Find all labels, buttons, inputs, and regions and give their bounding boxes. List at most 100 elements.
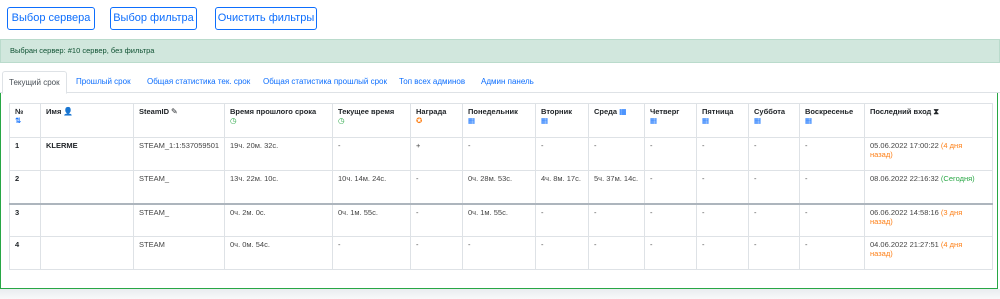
row-last: 06.06.2022 14:58:16 (3 дня назад) — [864, 202, 993, 237]
footer-shadow — [0, 289, 1000, 299]
row-num: 4 — [9, 236, 41, 270]
row-last: 05.06.2022 17:00:22 (4 дня назад) — [864, 137, 993, 171]
tab-current-term[interactable]: Текущий срок — [2, 71, 67, 94]
header-sunday[interactable]: Воскресенье ▦ — [799, 103, 865, 138]
row-prev: 13ч. 22м. 10с. — [224, 170, 333, 204]
row-fri: - — [696, 236, 749, 270]
row-award: + — [410, 137, 463, 171]
table-row: 1 KLERME STEAM_1:1:537059501 19ч. 20м. 3… — [9, 137, 993, 171]
tab-stats-previous[interactable]: Общая статистика прошлый срок — [263, 71, 387, 93]
select-server-button[interactable]: Выбор сервера — [7, 7, 95, 30]
row-thu: - — [644, 137, 697, 171]
row-fri: - — [696, 137, 749, 171]
table-row: 3 STEAM_ 0ч. 2м. 0с. 0ч. 1м. 55с. - 0ч. … — [9, 202, 993, 237]
row-wed: 5ч. 37м. 14с. — [588, 170, 645, 204]
calendar-icon: ▦ — [702, 116, 710, 125]
row-steamid: STEAM — [133, 236, 225, 270]
row-tue: - — [535, 236, 589, 270]
row-name — [40, 170, 134, 204]
row-sat: - — [748, 236, 800, 270]
row-cur: - — [332, 137, 411, 171]
row-sat: - — [748, 170, 800, 204]
tab-stats-current[interactable]: Общая статистика тек. срок — [147, 71, 250, 93]
row-mon: - — [462, 236, 536, 270]
header-cur-time[interactable]: Текущее время ◷ — [332, 103, 411, 138]
row-mon: 0ч. 28м. 53с. — [462, 170, 536, 204]
row-tue: 4ч. 8м. 17с. — [535, 170, 589, 204]
row-last: 08.06.2022 22:16:32 (Сегодня) — [864, 170, 993, 204]
clear-filters-button[interactable]: Очистить фильтры — [215, 7, 317, 30]
calendar-icon: ▦ — [650, 116, 658, 125]
calendar-icon: ▦ — [468, 116, 476, 125]
header-wednesday[interactable]: Среда ▦ — [588, 103, 645, 138]
header-prev-time[interactable]: Время прошлого срока ◷ — [224, 103, 333, 138]
calendar-icon: ▦ — [541, 116, 549, 125]
table-row: 2 STEAM_ 13ч. 22м. 10с. 10ч. 14м. 24с. -… — [9, 170, 993, 204]
header-tuesday[interactable]: Вторник ▦ — [535, 103, 589, 138]
sort-icon[interactable]: ⇅ — [15, 116, 21, 125]
row-steamid: STEAM_1:1:537059501 — [133, 137, 225, 171]
row-steamid: STEAM_ — [133, 202, 225, 237]
award-icon: ✪ — [416, 116, 423, 125]
table-header-row: № ⇅ Имя 👤 SteamID ✎ Время прошлого срока ◷ Т… — [9, 103, 993, 138]
row-cur: 0ч. 1м. 55с. — [332, 202, 411, 237]
row-award: - — [410, 170, 463, 204]
alert-text: Выбран сервер: #10 сервер, без фильтра — [10, 46, 155, 55]
admin-stats-table: № ⇅ Имя 👤 SteamID ✎ Время прошлого срока ◷ Т… — [9, 103, 993, 270]
user-icon: 👤 — [63, 107, 74, 116]
row-name — [40, 236, 134, 270]
row-wed: - — [588, 137, 645, 171]
select-filter-button[interactable]: Выбор фильтра — [110, 7, 197, 30]
row-sun: - — [799, 236, 865, 270]
hourglass-icon: ⧗ — [933, 107, 939, 116]
clock-icon: ◷ — [338, 116, 345, 125]
row-num: 3 — [9, 202, 41, 237]
row-award: - — [410, 202, 463, 237]
row-num: 1 — [9, 137, 41, 171]
row-sun: - — [799, 137, 865, 171]
row-cur: - — [332, 236, 411, 270]
tab-bar: Текущий срок Прошлый срок Общая статисти… — [0, 71, 1000, 94]
tab-previous-term[interactable]: Прошлый срок — [76, 71, 131, 93]
header-monday[interactable]: Понедельник ▦ — [462, 103, 536, 138]
header-saturday[interactable]: Суббота ▦ — [748, 103, 800, 138]
content-panel: № ⇅ Имя 👤 SteamID ✎ Время прошлого срока ◷ Т… — [0, 93, 998, 289]
row-sat: - — [748, 202, 800, 237]
clock-icon: ◷ — [230, 116, 237, 125]
header-friday[interactable]: Пятница ▦ — [696, 103, 749, 138]
row-fri: - — [696, 202, 749, 237]
header-num[interactable]: № ⇅ — [9, 103, 41, 138]
row-fri: - — [696, 170, 749, 204]
row-name — [40, 202, 134, 237]
calendar-icon: ▦ — [619, 107, 627, 116]
row-num: 2 — [9, 170, 41, 204]
row-award: - — [410, 236, 463, 270]
header-name[interactable]: Имя 👤 — [40, 103, 134, 138]
tab-top-admins[interactable]: Топ всех админов — [399, 71, 465, 93]
row-last: 04.06.2022 21:27:51 (4 дня назад) — [864, 236, 993, 270]
header-thursday[interactable]: Четверг ▦ — [644, 103, 697, 138]
row-wed: - — [588, 236, 645, 270]
row-steamid: STEAM_ — [133, 170, 225, 204]
calendar-icon: ▦ — [805, 116, 813, 125]
row-tue: - — [535, 137, 589, 171]
tab-admin-panel[interactable]: Админ панель — [481, 71, 534, 93]
row-prev: 19ч. 20м. 32с. — [224, 137, 333, 171]
header-award[interactable]: Награда ✪ — [410, 103, 463, 138]
row-sun: - — [799, 170, 865, 204]
header-steamid[interactable]: SteamID ✎ — [133, 103, 225, 138]
row-prev: 0ч. 0м. 54с. — [224, 236, 333, 270]
status-alert: Выбран сервер: #10 сервер, без фильтра — [0, 39, 1000, 63]
row-prev: 0ч. 2м. 0с. — [224, 202, 333, 237]
calendar-icon: ▦ — [754, 116, 762, 125]
row-thu: - — [644, 202, 697, 237]
row-name: KLERME — [40, 137, 134, 171]
row-sun: - — [799, 202, 865, 237]
wrench-icon: ✎ — [171, 107, 178, 116]
table-row: 4 STEAM 0ч. 0м. 54с. - - - - - - - - - 0… — [9, 236, 993, 270]
row-mon: - — [462, 137, 536, 171]
header-last-login[interactable]: Последний вход ⧗ — [864, 103, 993, 138]
row-cur: 10ч. 14м. 24с. — [332, 170, 411, 204]
row-tue: - — [535, 202, 589, 237]
row-mon: 0ч. 1м. 55с. — [462, 202, 536, 237]
